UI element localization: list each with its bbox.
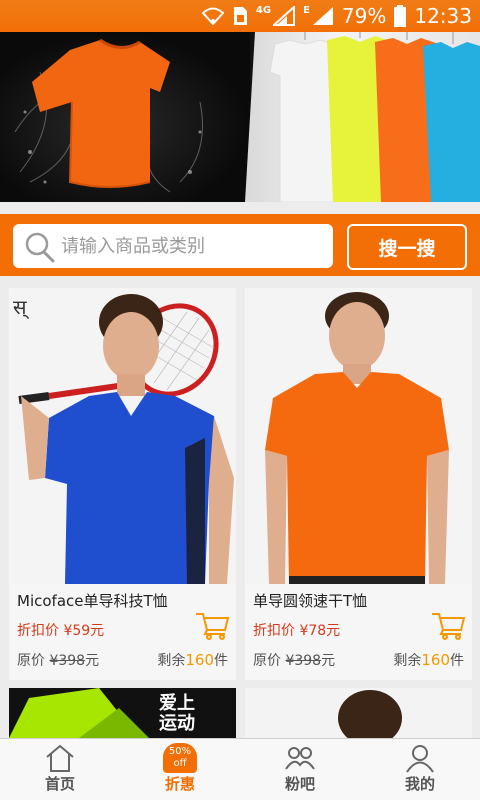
signal-icon: [273, 6, 296, 26]
tab-label: 我的: [404, 775, 435, 793]
tab-label: 折惠: [164, 775, 195, 793]
discount-value: ¥78元: [299, 623, 341, 639]
discount-label: 折扣价: [253, 623, 295, 639]
original-label: 原价: [17, 653, 45, 669]
battery-percent: 79%: [341, 4, 387, 28]
sim-card-icon: [232, 6, 248, 26]
product-card[interactable]: 单导圆领速干T恤 折扣价 ¥78元 原价 ¥398元 剩余160件: [245, 288, 472, 680]
discount-price: 折扣价 ¥59元: [17, 620, 104, 640]
product-card-partial[interactable]: [245, 688, 472, 738]
clock: 12:33: [414, 4, 472, 28]
original-value: ¥398: [49, 653, 86, 669]
product-image: [245, 288, 472, 584]
cart-icon[interactable]: [194, 610, 230, 640]
remain-count: 160: [185, 651, 214, 669]
status-bar: 4G E 79% 12:33: [0, 0, 480, 32]
badge-percent: 50%: [168, 746, 192, 757]
tab-me[interactable]: 我的: [360, 739, 480, 800]
wifi-icon: [201, 7, 224, 25]
product-image: स्: [9, 288, 236, 584]
search-icon: [25, 232, 55, 263]
remain-unit: 件: [214, 653, 228, 669]
tab-fans[interactable]: 粉吧: [240, 739, 360, 800]
product-card-partial[interactable]: 爱上运动: [9, 688, 236, 738]
original-price: 原价 ¥398元: [17, 650, 99, 670]
stock-remaining: 剩余160件: [393, 650, 464, 670]
remain-count: 160: [421, 651, 450, 669]
user-icon: [406, 745, 434, 773]
product-card[interactable]: स् Micoface单导科技T恤 折扣价 ¥59元 原价 ¥398元 剩余16…: [9, 288, 236, 680]
remain-label: 剩余: [393, 653, 422, 669]
bottom-tab-bar: 首页 50% off 折惠 粉吧 我的: [0, 738, 480, 800]
promo-banner[interactable]: [0, 32, 480, 202]
product-name: Micoface单导科技T恤: [17, 592, 168, 610]
network-type-label: 4G: [255, 4, 272, 16]
discount-label: 折扣价: [17, 623, 59, 639]
original-label: 原价: [253, 653, 281, 669]
remain-label: 剩余: [157, 653, 186, 669]
banner-hanging-shirts: [245, 32, 480, 202]
search-button[interactable]: 搜一搜: [347, 224, 467, 270]
signal-icon-2: [312, 6, 334, 26]
original-unit: 元: [85, 653, 100, 669]
original-price: 原价 ¥398元: [253, 650, 335, 670]
battery-icon: [394, 5, 407, 27]
search-input[interactable]: [61, 235, 321, 257]
badge-off: off: [173, 758, 187, 769]
tab-home[interactable]: 首页: [0, 739, 120, 800]
discount-price: 折扣价 ¥78元: [253, 620, 340, 640]
tab-discount[interactable]: 50% off 折惠: [120, 739, 240, 800]
cart-icon[interactable]: [430, 610, 466, 640]
stock-remaining: 剩余160件: [157, 650, 228, 670]
app-screen: 4G E 79% 12:33 请输入商品或类别 搜一搜 स् Micoface单…: [0, 0, 480, 800]
fans-icon: [285, 747, 315, 770]
product-info: Micoface单导科技T恤 折扣价 ¥59元 原价 ¥398元 剩余160件: [9, 584, 236, 680]
search-bar: 搜一搜: [0, 214, 480, 276]
e-network-label: E: [303, 4, 310, 16]
original-unit: 元: [321, 653, 336, 669]
discount-tag-icon: 50% off: [163, 743, 197, 773]
remain-unit: 件: [450, 653, 464, 669]
tab-label: 首页: [44, 775, 75, 793]
home-icon: [46, 744, 74, 772]
product-name: 单导圆领速干T恤: [253, 592, 368, 610]
discount-value: ¥59元: [63, 623, 105, 639]
tab-label: 粉吧: [284, 775, 315, 793]
partial-banner-text: 爱上运动: [159, 693, 195, 734]
search-field[interactable]: [13, 224, 333, 268]
banner-splash-tshirt: [0, 32, 250, 202]
original-value: ¥398: [285, 653, 322, 669]
product-info: 单导圆领速干T恤 折扣价 ¥78元 原价 ¥398元 剩余160件: [245, 584, 472, 680]
